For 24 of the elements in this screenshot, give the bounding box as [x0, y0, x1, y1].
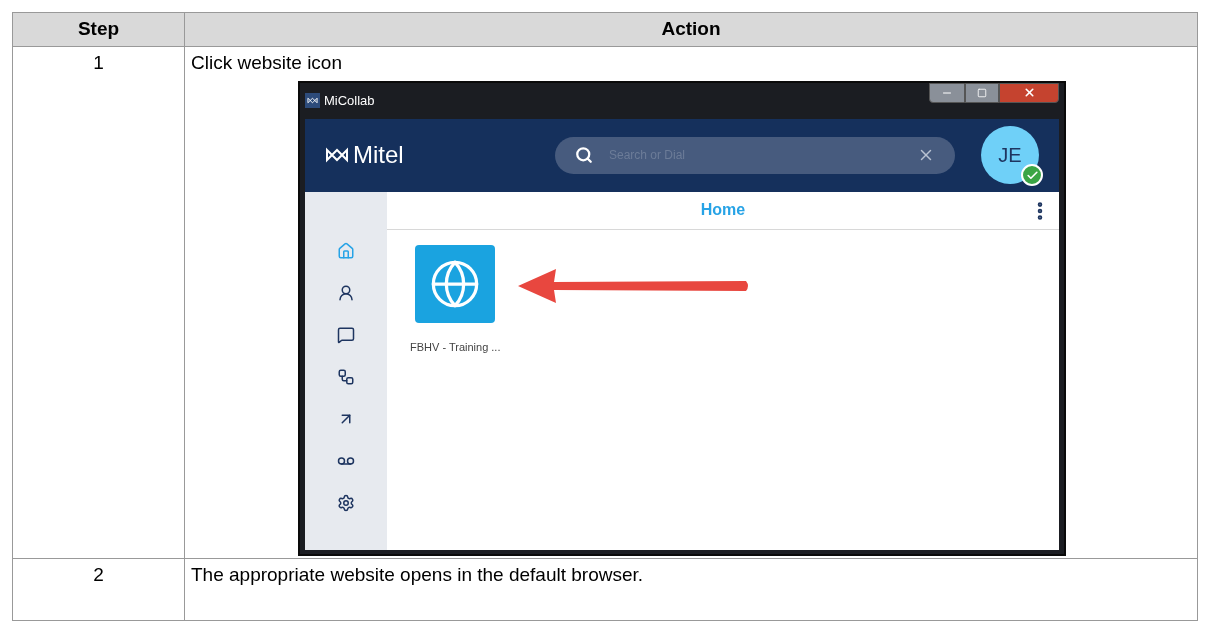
- person-icon[interactable]: [337, 283, 355, 302]
- action-text: The appropriate website opens in the default browser.: [191, 562, 645, 587]
- page-title: Home: [700, 200, 746, 220]
- logo-icon: [325, 147, 349, 163]
- column-header: Action: [184, 12, 1198, 47]
- maximize-icon: [977, 87, 987, 98]
- close-icon: [1022, 86, 1036, 99]
- website-tile[interactable]: [415, 244, 496, 323]
- step-cell: 2: [12, 558, 185, 620]
- action-text: Click website icon: [191, 51, 343, 75]
- avatar[interactable]: JE: [981, 126, 1039, 184]
- brand-logo: Mitel: [353, 140, 404, 170]
- column-header: Step: [12, 12, 185, 47]
- nodes-icon[interactable]: [337, 367, 355, 386]
- chat-bubble-icon[interactable]: [337, 325, 355, 344]
- settings-icon[interactable]: [337, 493, 355, 512]
- logo-mark: [307, 97, 318, 104]
- step-cell: 1: [12, 46, 185, 558]
- maximize-button[interactable]: [965, 82, 999, 103]
- minimize-button[interactable]: [929, 82, 965, 103]
- tile-label: FBHV - Training ...: [410, 339, 501, 355]
- close-button[interactable]: [999, 82, 1059, 103]
- window-title: MiCollab: [324, 91, 375, 110]
- search-icon: [575, 146, 593, 164]
